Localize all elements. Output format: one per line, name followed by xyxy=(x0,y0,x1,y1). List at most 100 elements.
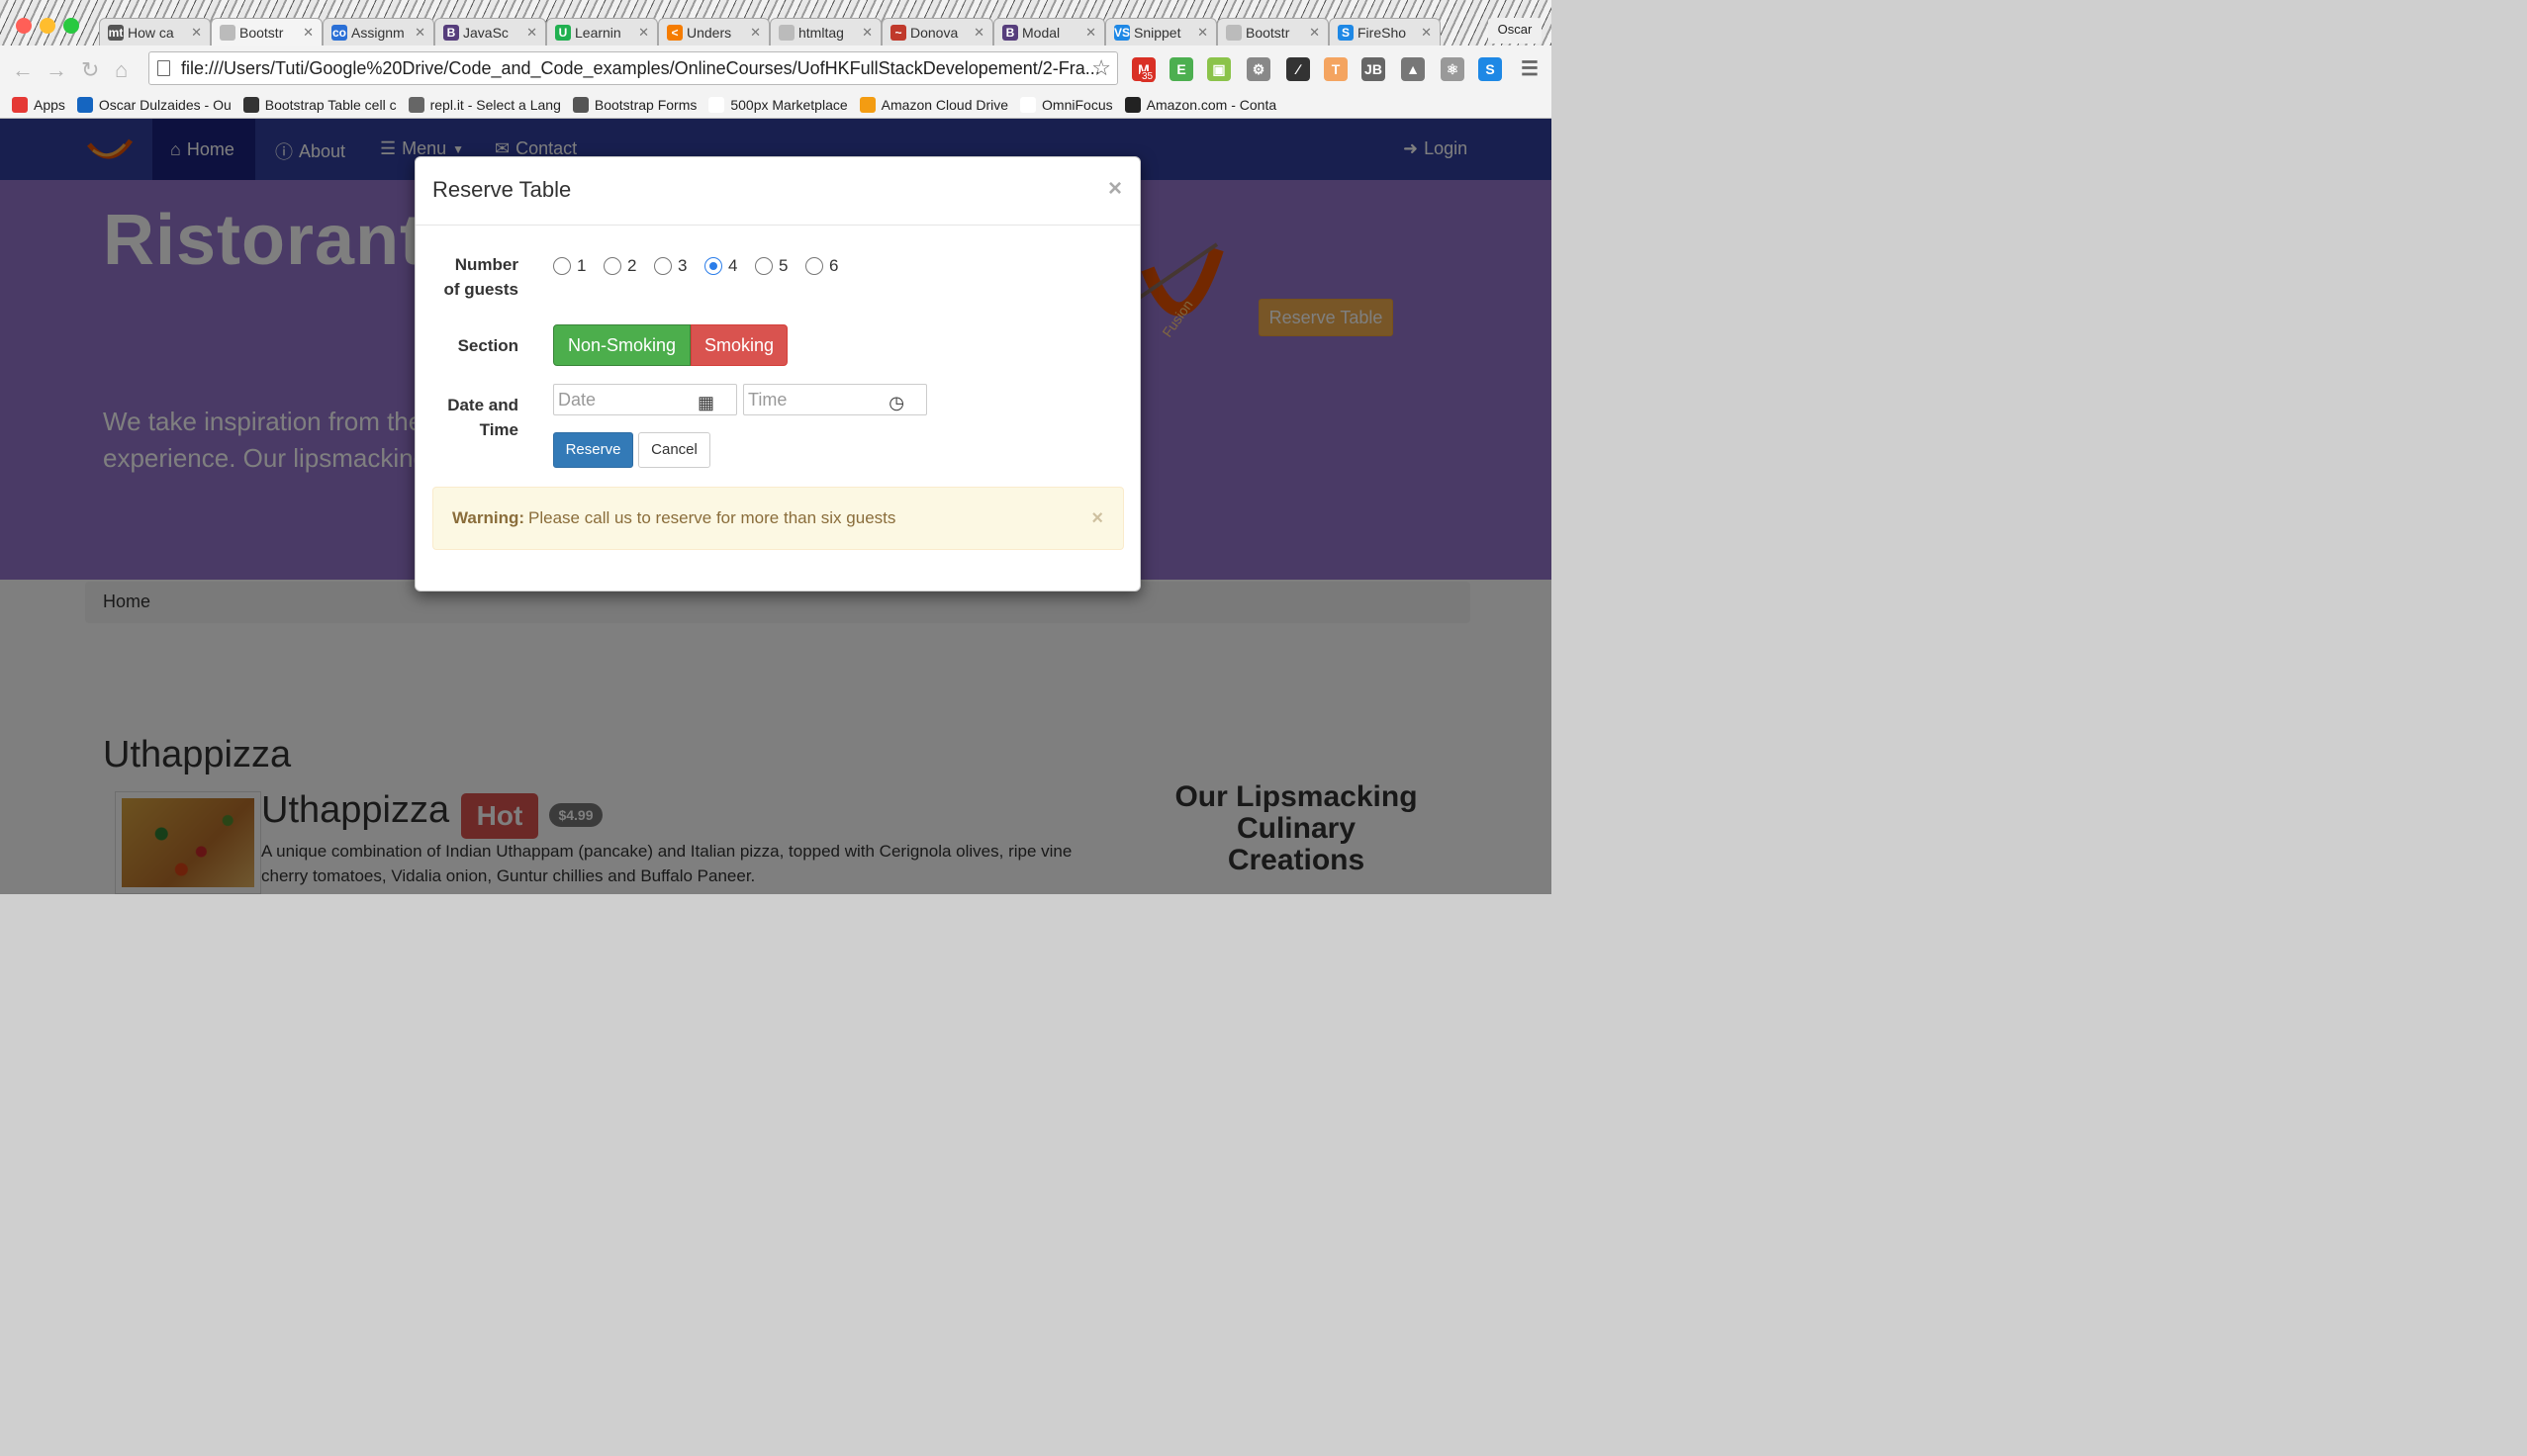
omnifocus-icon xyxy=(1020,96,1037,113)
bookmark-item[interactable]: Oscar Dulzaides - Ou xyxy=(76,96,232,113)
address-bar[interactable]: file:///Users/Tuti/Google%20Drive/Code_a… xyxy=(148,51,1118,85)
bookmark-item[interactable]: Amazon.com - Conta xyxy=(1124,96,1277,113)
bookmark-item[interactable]: Bootstrap Table cell c xyxy=(242,96,397,113)
bookmark-label: Oscar Dulzaides - Ou xyxy=(98,96,232,113)
bookmark-label: Apps xyxy=(34,96,65,113)
evernote-extension-icon[interactable]: E xyxy=(1170,57,1193,81)
tab-close-icon[interactable]: ✕ xyxy=(862,25,873,41)
date-placeholder: Date xyxy=(558,390,597,410)
time-input[interactable]: Time ◷ xyxy=(743,384,927,415)
guests-radio-1[interactable]: 1 xyxy=(553,256,586,276)
non-smoking-button[interactable]: Non-Smoking xyxy=(553,324,691,366)
modal-header: Reserve Table × xyxy=(416,157,1140,226)
guests-radio-3[interactable]: 3 xyxy=(654,256,687,276)
radio-circle[interactable] xyxy=(654,257,672,275)
tab-close-icon[interactable]: ✕ xyxy=(191,25,202,41)
tab-strip: mt How ca ✕ Bootstr ✕ co Assignm ✕ B JavaSc ✕ U Lear… xyxy=(0,0,1551,46)
bookmark-item[interactable]: Amazon Cloud Drive xyxy=(859,96,1008,113)
minimize-window-button[interactable] xyxy=(40,18,55,34)
tab-close-icon[interactable]: ✕ xyxy=(1421,25,1432,41)
tab-close-icon[interactable]: ✕ xyxy=(974,25,984,41)
profile-button[interactable]: Oscar xyxy=(1488,18,1542,44)
radio-circle[interactable] xyxy=(704,257,722,275)
tab-favicon-icon: S xyxy=(1338,24,1354,41)
radio-label: 3 xyxy=(678,256,688,275)
tab-close-icon[interactable]: ✕ xyxy=(1085,25,1096,41)
bookmark-label: 500px Marketplace xyxy=(730,96,848,113)
radio-label: 2 xyxy=(627,256,637,275)
calendar-icon: ▦ xyxy=(697,393,714,412)
tool-extension-icon[interactable]: T xyxy=(1324,57,1348,81)
browser-tab[interactable]: htmltag ✕ xyxy=(770,18,882,46)
close-window-button[interactable] xyxy=(16,18,32,34)
radio-label: 1 xyxy=(577,256,587,275)
browser-tab[interactable]: co Assignm ✕ xyxy=(323,18,434,46)
date-input[interactable]: Date ▦ xyxy=(553,384,737,415)
browser-tab[interactable]: ~ Donova ✕ xyxy=(882,18,993,46)
amazon-icon xyxy=(1124,96,1141,113)
radio-circle[interactable] xyxy=(805,257,823,275)
radio-label: 4 xyxy=(728,256,738,275)
modal-close-button[interactable]: × xyxy=(1108,175,1122,203)
eyedropper-extension-icon[interactable]: ∕ xyxy=(1286,57,1310,81)
browser-tab[interactable]: VS Snippet ✕ xyxy=(1105,18,1217,46)
back-icon[interactable]: ← xyxy=(12,57,34,83)
tab-close-icon[interactable]: ✕ xyxy=(1309,25,1320,41)
bookmark-item[interactable]: Apps xyxy=(12,96,65,113)
warning-alert: Warning: Please call us to reserve for mo… xyxy=(432,487,1124,550)
tab-close-icon[interactable]: ✕ xyxy=(1197,25,1208,41)
home-icon[interactable]: ⌂ xyxy=(115,57,128,83)
fireshot-extension-icon[interactable]: S xyxy=(1478,57,1502,81)
guests-radio-5[interactable]: 5 xyxy=(755,256,788,276)
maximize-window-button[interactable] xyxy=(63,18,79,34)
bookmark-item[interactable]: Bootstrap Forms xyxy=(572,96,697,113)
reserve-button[interactable]: Reserve xyxy=(553,432,633,468)
guests-radio-2[interactable]: 2 xyxy=(604,256,636,276)
time-placeholder: Time xyxy=(748,390,788,410)
bookmark-item[interactable]: 500px Marketplace xyxy=(708,96,848,113)
guests-radio-6[interactable]: 6 xyxy=(805,256,838,276)
tab-close-icon[interactable]: ✕ xyxy=(415,25,425,41)
screenshot-extension-icon[interactable]: ▣ xyxy=(1207,57,1231,81)
tab-close-icon[interactable]: ✕ xyxy=(750,25,761,41)
tab-favicon-icon: < xyxy=(667,24,683,41)
url-text: file:///Users/Tuti/Google%20Drive/Code_a… xyxy=(181,58,1100,78)
forward-icon[interactable]: → xyxy=(46,57,67,83)
radio-label: 5 xyxy=(779,256,789,275)
radio-circle[interactable] xyxy=(553,257,571,275)
browser-tab[interactable]: B Modal ✕ xyxy=(993,18,1105,46)
bookmark-label: Amazon.com - Conta xyxy=(1146,96,1277,113)
bookmark-item[interactable]: repl.it - Select a Lang xyxy=(408,96,561,113)
tab-close-icon[interactable]: ✕ xyxy=(303,25,314,41)
cancel-button[interactable]: Cancel xyxy=(638,432,710,468)
tab-favicon-icon: B xyxy=(443,24,459,41)
tab-favicon-icon: co xyxy=(331,24,347,41)
tab-label: JavaSc xyxy=(463,24,509,41)
browser-tab[interactable]: Bootstr ✕ xyxy=(211,18,323,46)
jb-extension-icon[interactable]: JB xyxy=(1361,57,1385,81)
menu-icon[interactable]: ☰ xyxy=(1518,57,1542,81)
alert-close-button[interactable]: × xyxy=(1091,488,1103,549)
radio-circle[interactable] xyxy=(755,257,773,275)
tab-close-icon[interactable]: ✕ xyxy=(526,25,537,41)
reload-icon[interactable]: ↻ xyxy=(81,57,99,83)
tab-label: htmltag xyxy=(798,24,844,41)
browser-tab[interactable]: U Learnin ✕ xyxy=(546,18,658,46)
radio-label: 6 xyxy=(829,256,839,275)
drive-extension-icon[interactable]: ▲ xyxy=(1401,57,1425,81)
browser-tab[interactable]: Bootstr ✕ xyxy=(1217,18,1329,46)
reserve-table-modal: Reserve Table × Number of guests 123456 … xyxy=(415,156,1141,592)
browser-tab[interactable]: < Unders ✕ xyxy=(658,18,770,46)
500px-icon xyxy=(708,96,725,113)
radio-circle[interactable] xyxy=(604,257,621,275)
smoking-button[interactable]: Smoking xyxy=(691,324,788,366)
browser-tab[interactable]: B JavaSc ✕ xyxy=(434,18,546,46)
react-extension-icon[interactable]: ⚛ xyxy=(1441,57,1464,81)
browser-tab[interactable]: S FireSho ✕ xyxy=(1329,18,1441,46)
settings-extension-icon[interactable]: ⚙ xyxy=(1247,57,1270,81)
bookmark-star-icon[interactable]: ☆ xyxy=(1091,52,1111,84)
tab-close-icon[interactable]: ✕ xyxy=(638,25,649,41)
browser-tab[interactable]: mt How ca ✕ xyxy=(99,18,211,46)
guests-radio-4[interactable]: 4 xyxy=(704,256,737,276)
bookmark-item[interactable]: OmniFocus xyxy=(1020,96,1113,113)
